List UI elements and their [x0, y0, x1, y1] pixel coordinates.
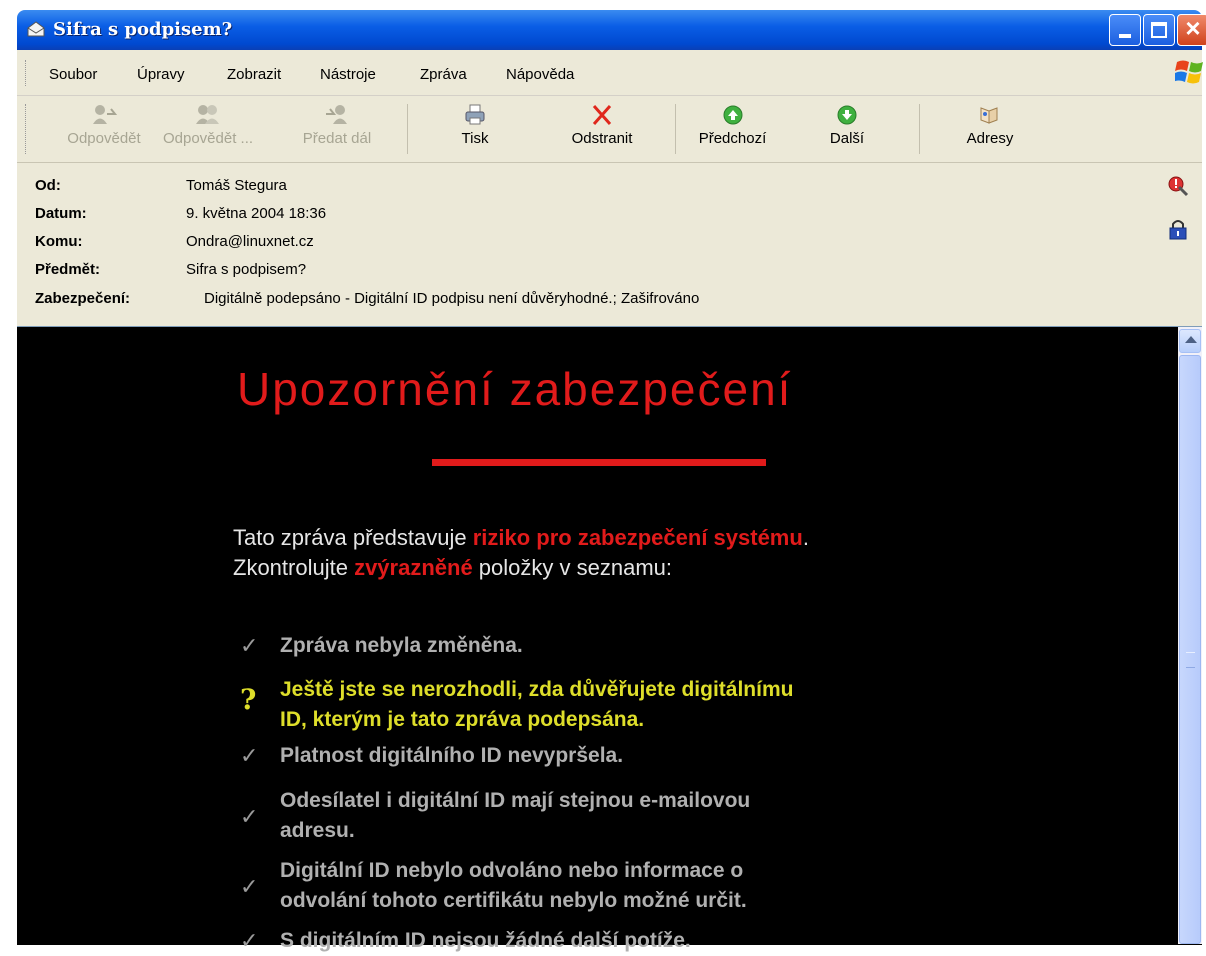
maximize-button[interactable] [1143, 14, 1175, 46]
menu-edit[interactable]: Úpravy [137, 66, 185, 83]
menu-view[interactable]: Zobrazit [227, 66, 281, 83]
title-underline [432, 459, 766, 466]
checkmark-icon: ✓ [240, 743, 259, 768]
title-bar[interactable]: Sifra s podpisem? × [17, 10, 1206, 50]
delete-x-icon [592, 105, 612, 125]
security-label: Zabezpečení: [35, 290, 131, 307]
minimize-icon [1119, 34, 1131, 38]
address-book-icon [980, 107, 998, 124]
arrow-up-icon [723, 105, 742, 125]
message-header: Od: Tomáš Stegura Datum: 9. května 2004 … [17, 163, 1202, 326]
from-label: Od: [35, 177, 61, 194]
subject-value: Sifra s podpisem? [186, 261, 307, 278]
maximize-icon [1151, 22, 1167, 38]
subject-label: Předmět: [35, 261, 101, 278]
date-label: Datum: [35, 205, 87, 222]
delete-button[interactable]: Odstranit [547, 100, 657, 158]
checklist-text: adresu. [280, 819, 355, 842]
reply-label: Odpovědět [67, 130, 141, 147]
menu-grip[interactable] [25, 60, 29, 86]
menu-message[interactable]: Zpráva [420, 66, 467, 83]
window-title: Sifra s podpisem? [53, 19, 233, 40]
previous-button[interactable]: Předchozí [680, 100, 785, 158]
security-warning-title: Upozornění zabezpečení [237, 363, 793, 415]
arrow-down-icon [837, 105, 857, 125]
printer-icon [465, 104, 485, 125]
toolbar: Odpovědět Odpovědět ... Předat dál Tisk … [17, 96, 1202, 163]
checklist-text: Digitální ID nebylo odvoláno nebo inform… [280, 859, 744, 882]
intro-highlight: zvýrazněné [354, 555, 473, 580]
addresses-button[interactable]: Adresy [945, 100, 1035, 158]
minimize-button[interactable] [1109, 14, 1141, 46]
checklist-text: Ještě jste se nerozhodli, zda důvěřujete… [280, 678, 794, 701]
intro-part: Zkontrolujte [233, 555, 355, 580]
encryption-lock-icon[interactable] [1167, 218, 1189, 240]
checklist-text: ID, kterým je tato zpráva podepsána. [280, 708, 645, 731]
to-value[interactable]: Ondra@linuxnet.cz [186, 233, 314, 250]
checklist-text: Zpráva nebyla změněna. [280, 634, 523, 657]
delete-label: Odstranit [571, 130, 633, 147]
previous-label: Předchozí [698, 130, 767, 147]
checkmark-icon: ✓ [240, 928, 259, 953]
question-mark-icon: ? [240, 683, 257, 716]
reply-all-label: Odpovědět ... [162, 130, 254, 147]
next-label: Další [829, 130, 865, 147]
message-envelope-icon [27, 21, 45, 37]
menu-bar: Soubor Úpravy Zobrazit Nástroje Zpráva N… [17, 50, 1203, 96]
intro-part: . [802, 525, 809, 550]
toolbar-separator [919, 104, 920, 154]
from-value[interactable]: Tomáš Stegura [186, 177, 287, 194]
forward-label: Předat dál [302, 130, 372, 147]
intro-part: Tato zpráva představuje [233, 525, 473, 550]
checklist-text: S digitálním ID nejsou žádné další potíž… [280, 929, 691, 952]
security-value: Digitálně podepsáno - Digitální ID podpi… [204, 290, 700, 307]
reply-all-button[interactable]: Odpovědět ... [153, 100, 263, 158]
checkmark-icon: ✓ [240, 633, 259, 658]
print-button[interactable]: Tisk [435, 100, 515, 158]
intro-text: Tato zpráva představuje riziko pro zabez… [233, 523, 809, 583]
checkmark-icon: ✓ [240, 874, 259, 899]
vertical-scrollbar[interactable] [1178, 327, 1202, 944]
reply-button[interactable]: Odpovědět [59, 100, 149, 158]
scroll-up-button[interactable] [1179, 329, 1201, 353]
checklist-text: odvolání tohoto certifikátu nebylo možné… [280, 889, 747, 912]
print-label: Tisk [461, 130, 489, 147]
toolbar-grip[interactable] [25, 104, 29, 154]
scroll-thumb-grip [1186, 652, 1195, 668]
addresses-label: Adresy [966, 130, 1014, 147]
checklist-text: Platnost digitálního ID nevypršela. [280, 744, 624, 767]
scroll-thumb[interactable] [1179, 355, 1201, 944]
to-label: Komu: [35, 233, 83, 250]
intro-part: položky v seznamu: [472, 555, 672, 580]
windows-logo-icon [1175, 60, 1203, 84]
signature-warning-icon[interactable] [1167, 175, 1189, 197]
scroll-up-arrow-icon [1185, 336, 1197, 343]
checkmark-icon: ✓ [240, 804, 259, 829]
menu-help[interactable]: Nápověda [506, 66, 574, 83]
reply-icon [93, 105, 117, 124]
toolbar-separator [675, 104, 676, 154]
date-value: 9. května 2004 18:36 [186, 205, 327, 222]
reply-all-icon [196, 105, 219, 124]
message-body [17, 326, 1202, 945]
forward-icon [326, 105, 347, 124]
intro-highlight: riziko pro zabezpečení systému [472, 525, 803, 550]
forward-button[interactable]: Předat dál [287, 100, 387, 158]
next-button[interactable]: Další [802, 100, 892, 158]
toolbar-separator [407, 104, 408, 154]
menu-tools[interactable]: Nástroje [320, 66, 376, 83]
menu-file[interactable]: Soubor [49, 66, 97, 83]
close-button[interactable]: × [1177, 13, 1206, 46]
checklist-text: Odesílatel i digitální ID mají stejnou e… [280, 789, 751, 812]
close-icon: × [1185, 13, 1201, 43]
